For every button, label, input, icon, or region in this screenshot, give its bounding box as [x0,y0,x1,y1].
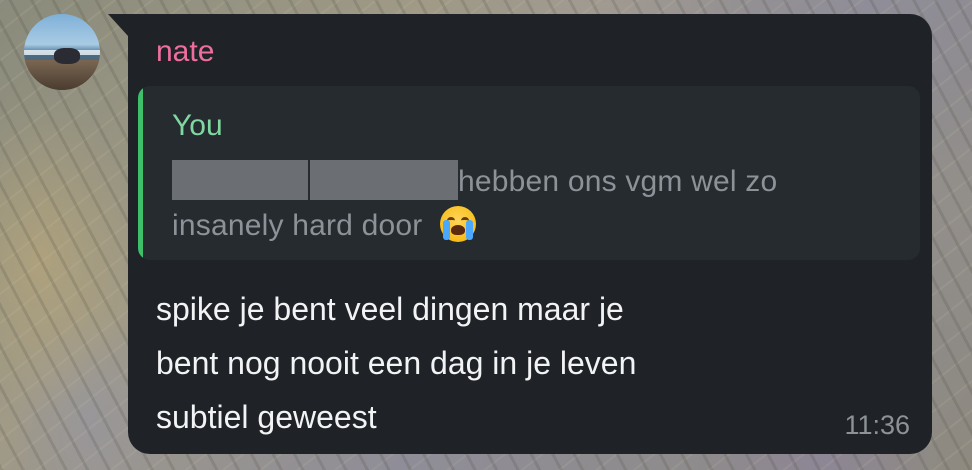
reply-accent-bar [138,86,143,260]
message-text: spike je bent veel dingen maar je bent n… [156,282,836,444]
redacted-block [310,160,458,201]
message-bubble[interactable]: nate You hebben ons vgm wel zo insanely … [128,14,932,454]
reply-quote[interactable]: You hebben ons vgm wel zo insanely hard … [138,86,920,260]
avatar-sand [24,60,100,90]
reply-author: You [172,109,223,142]
crying-face-emoji-icon [440,206,477,243]
avatar-figure [54,48,80,64]
reply-text-line-1: hebben ons vgm wel zo [458,165,778,198]
redacted-block [172,160,308,201]
message-text-line-2: bent nog nooit een dag in je leven [156,345,637,381]
message-timestamp: 11:36 [844,410,910,440]
message-text-line-3: subtiel geweest [156,399,377,435]
bubble-tail [108,14,128,36]
sender-name[interactable]: nate [156,34,214,70]
message-text-line-1: spike je bent veel dingen maar je [156,291,624,327]
sender-avatar[interactable] [24,14,100,90]
reply-text-line-2: insanely hard door [172,209,423,242]
reply-text: hebben ons vgm wel zo insanely hard door [172,160,912,248]
